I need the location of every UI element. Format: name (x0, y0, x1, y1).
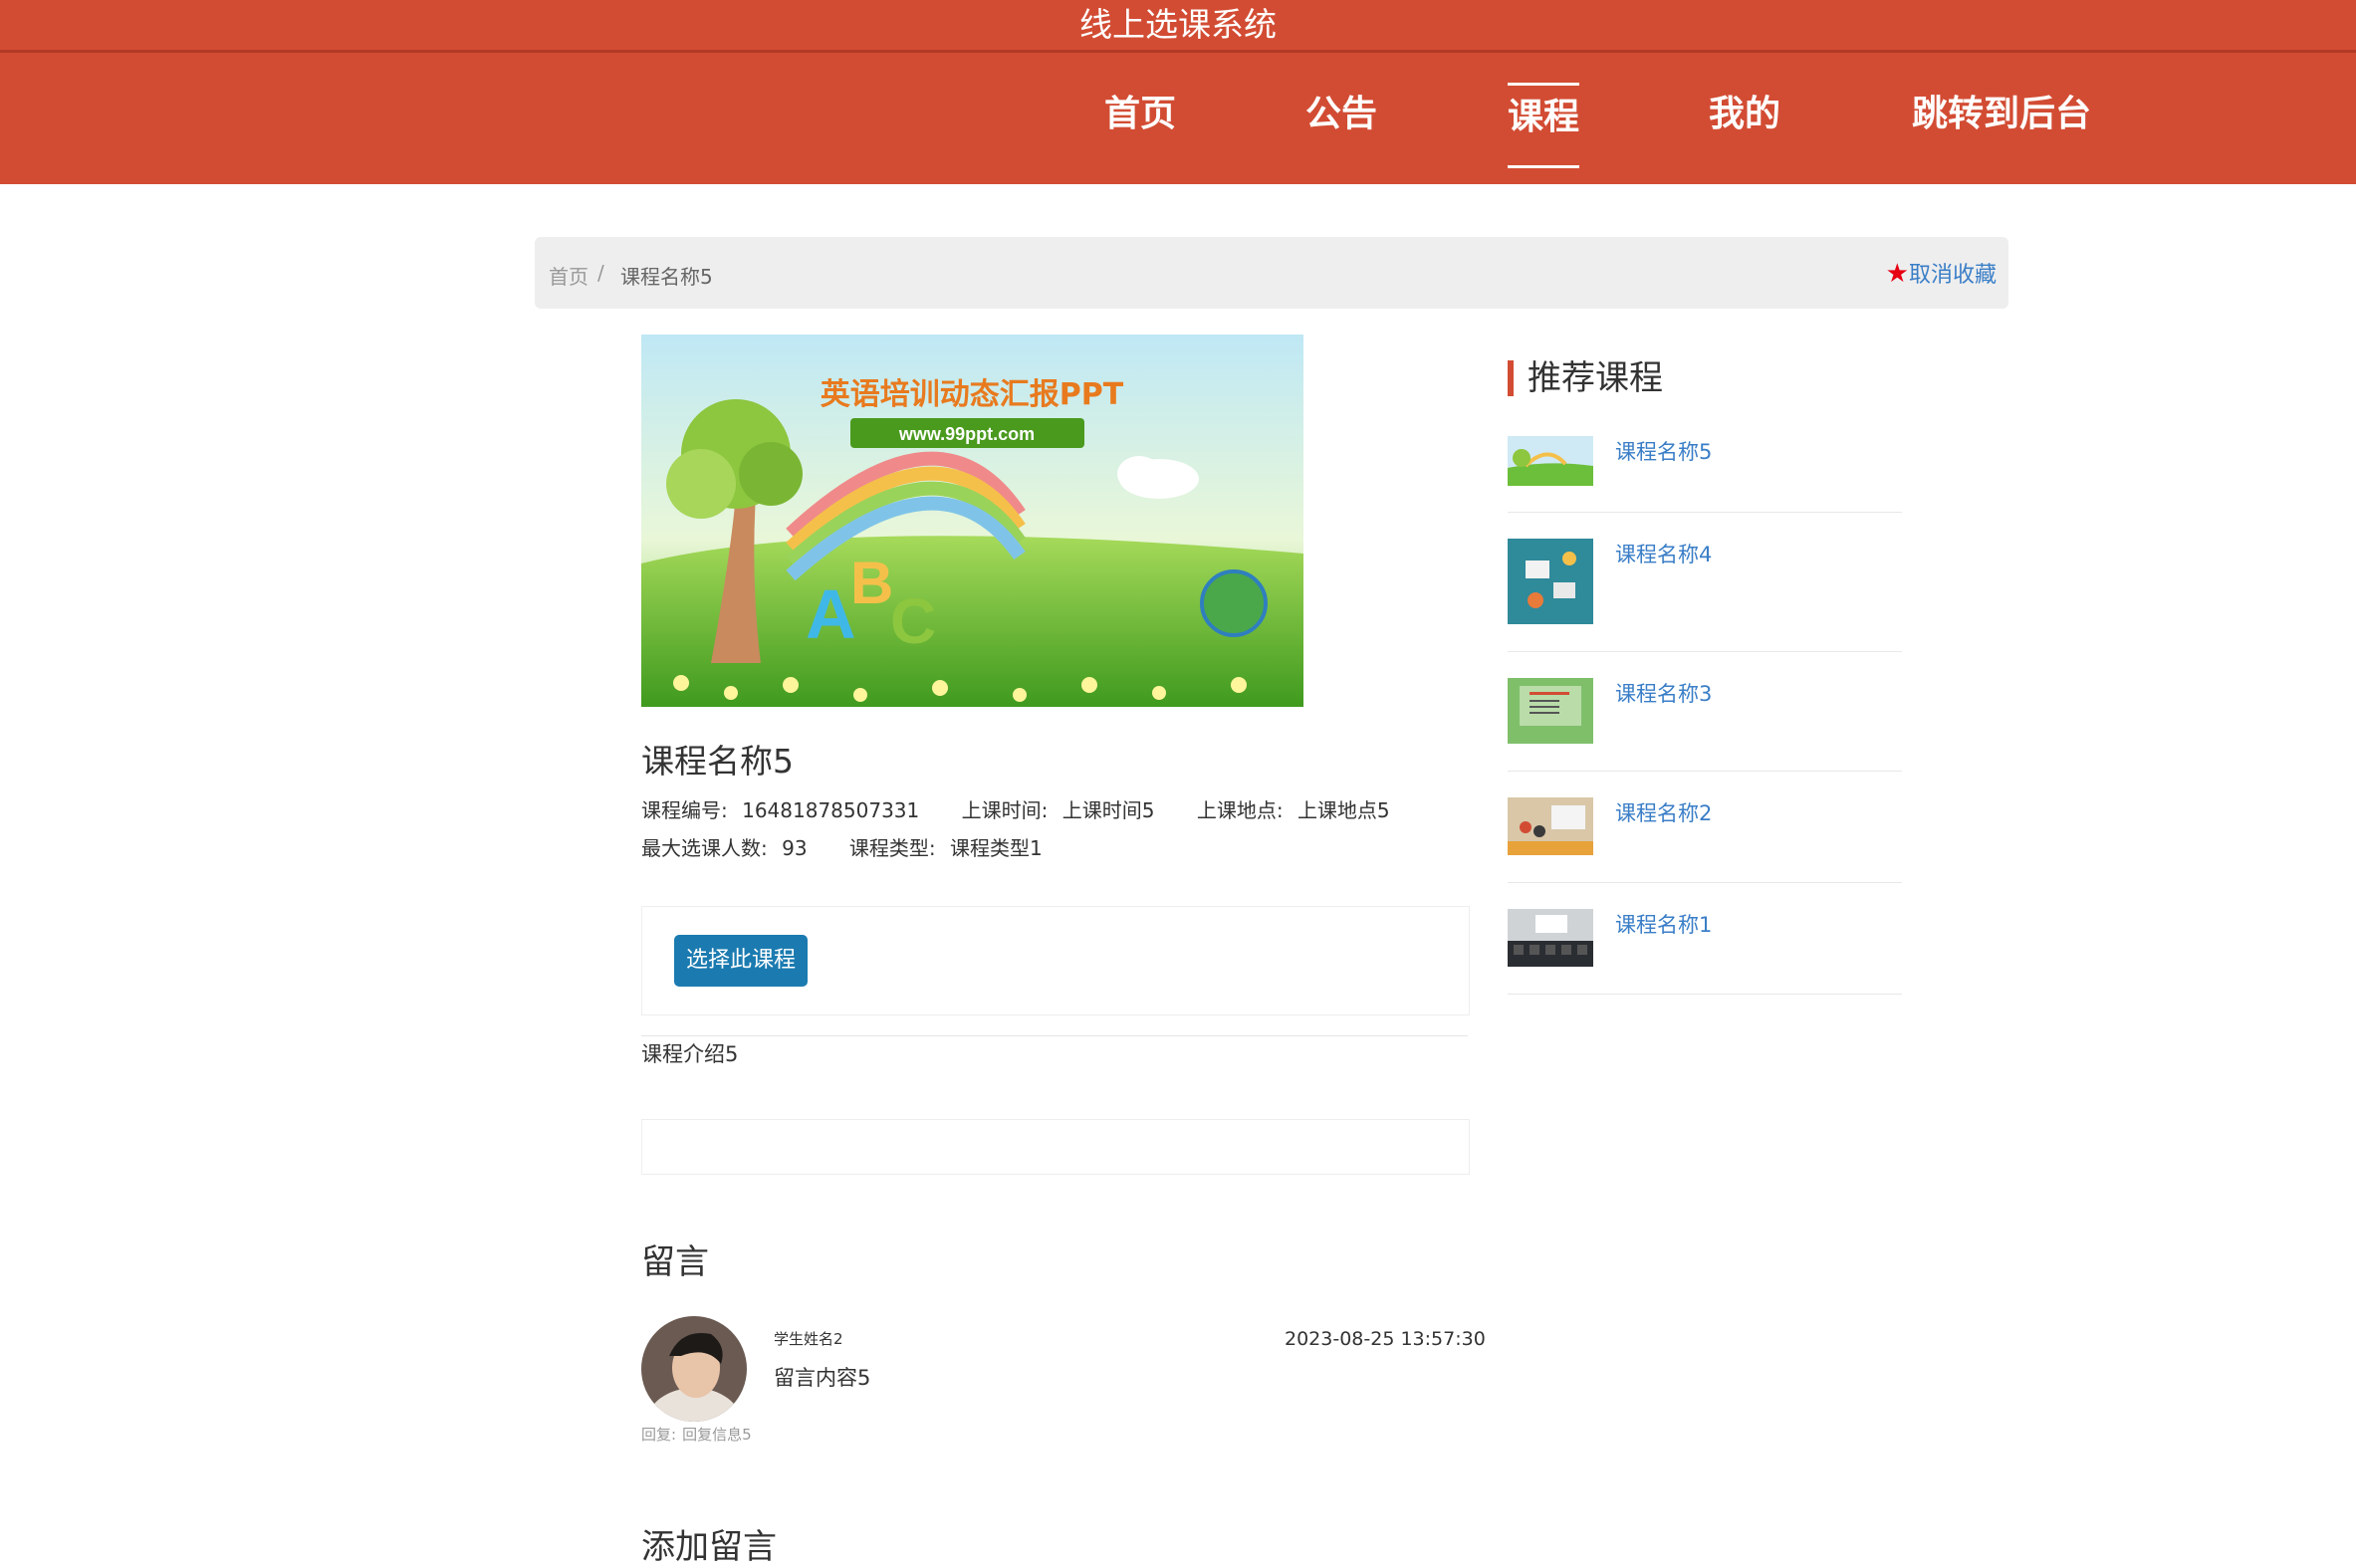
course-intro: 课程介绍5 (641, 1042, 739, 1066)
course-type: 课程类型1 (950, 836, 1043, 860)
comment-reply-label: 回复: (641, 1426, 677, 1444)
star-icon: ★ (1885, 259, 1909, 289)
unfavorite-label: 取消收藏 (1908, 263, 1997, 288)
recommend-thumbnail[interactable] (1508, 678, 1593, 744)
main-navbar: 首页 公告 课程 我的 跳转到后台 (0, 53, 2356, 184)
divider (1508, 512, 1902, 513)
divider (1508, 994, 1902, 995)
breadcrumb: 首页 / 课程名称5 ★取消收藏 (535, 237, 2008, 309)
recommend-title: 推荐课程 (1508, 360, 1663, 396)
course-info-line-1: 课程编号: 16481878507331 上课时间: 上课时间5 上课地点: 上… (641, 794, 1398, 823)
nav-item-mine[interactable]: 我的 (1709, 83, 1780, 162)
divider (1508, 771, 1902, 772)
course-code: 16481878507331 (742, 798, 920, 822)
recommend-name[interactable]: 课程名称3 (1615, 678, 1712, 708)
course-time-label: 上课时间: (961, 798, 1049, 822)
course-cover-image: A B C 英语培训动态汇报PPT www.99ppt.com (641, 335, 1303, 707)
intro-content-box (641, 1119, 1470, 1175)
course-max-label: 最大选课人数: (641, 836, 768, 860)
svg-text:C: C (890, 585, 936, 657)
image-url-text: www.99ppt.com (898, 424, 1035, 444)
select-course-panel: 选择此课程 (641, 906, 1470, 1015)
recommend-thumbnail[interactable] (1508, 797, 1593, 855)
breadcrumb-current: 课程名称5 (620, 265, 713, 289)
recommend-name[interactable]: 课程名称1 (1615, 909, 1712, 939)
select-course-button[interactable]: 选择此课程 (674, 935, 808, 987)
course-type-label: 课程类型: (848, 836, 936, 860)
recommend-thumbnail[interactable] (1508, 436, 1593, 486)
unfavorite-button[interactable]: ★取消收藏 (1886, 257, 1997, 289)
course-place-label: 上课地点: (1196, 798, 1284, 822)
course-title: 课程名称5 (641, 742, 794, 781)
image-title-text: 英语培训动态汇报PPT (821, 377, 1124, 412)
course-code-label: 课程编号: (641, 798, 728, 822)
comment-author: 学生姓名2 (774, 1330, 843, 1348)
svg-text:A: A (806, 575, 856, 653)
site-title: 线上选课系统 (1079, 5, 1277, 44)
svg-text:B: B (850, 550, 893, 616)
recommend-name[interactable]: 课程名称4 (1615, 539, 1712, 568)
nav-item-home[interactable]: 首页 (1104, 83, 1176, 162)
nav-item-notice[interactable]: 公告 (1305, 83, 1377, 162)
breadcrumb-separator: / (597, 261, 604, 285)
breadcrumb-home[interactable]: 首页 (549, 261, 589, 290)
nav-item-course[interactable]: 课程 (1508, 83, 1580, 168)
recommend-name[interactable]: 课程名称2 (1615, 797, 1712, 827)
comment-timestamp: 2023-08-25 13:57:30 (1285, 1328, 1486, 1350)
course-max: 93 (782, 836, 808, 860)
divider (641, 1035, 1468, 1036)
divider (1508, 882, 1902, 883)
course-info-line-2: 最大选课人数: 93 课程类型: 课程类型1 (641, 832, 1051, 861)
course-time: 上课时间5 (1061, 798, 1155, 822)
divider (1508, 651, 1902, 652)
avatar (641, 1316, 747, 1422)
comment-reply: 回复: 回复信息5 (641, 1424, 758, 1445)
recommend-thumbnail[interactable] (1508, 909, 1593, 967)
add-comment-title: 添加留言 (641, 1527, 777, 1567)
recommend-name[interactable]: 课程名称5 (1615, 436, 1712, 466)
nav-item-admin[interactable]: 跳转到后台 (1912, 83, 2091, 162)
recommend-thumbnail[interactable] (1508, 539, 1593, 624)
comments-title: 留言 (641, 1242, 709, 1282)
course-place: 上课地点5 (1296, 798, 1390, 822)
comment-reply-text: 回复信息5 (682, 1426, 752, 1444)
comment-content: 留言内容5 (774, 1366, 871, 1390)
